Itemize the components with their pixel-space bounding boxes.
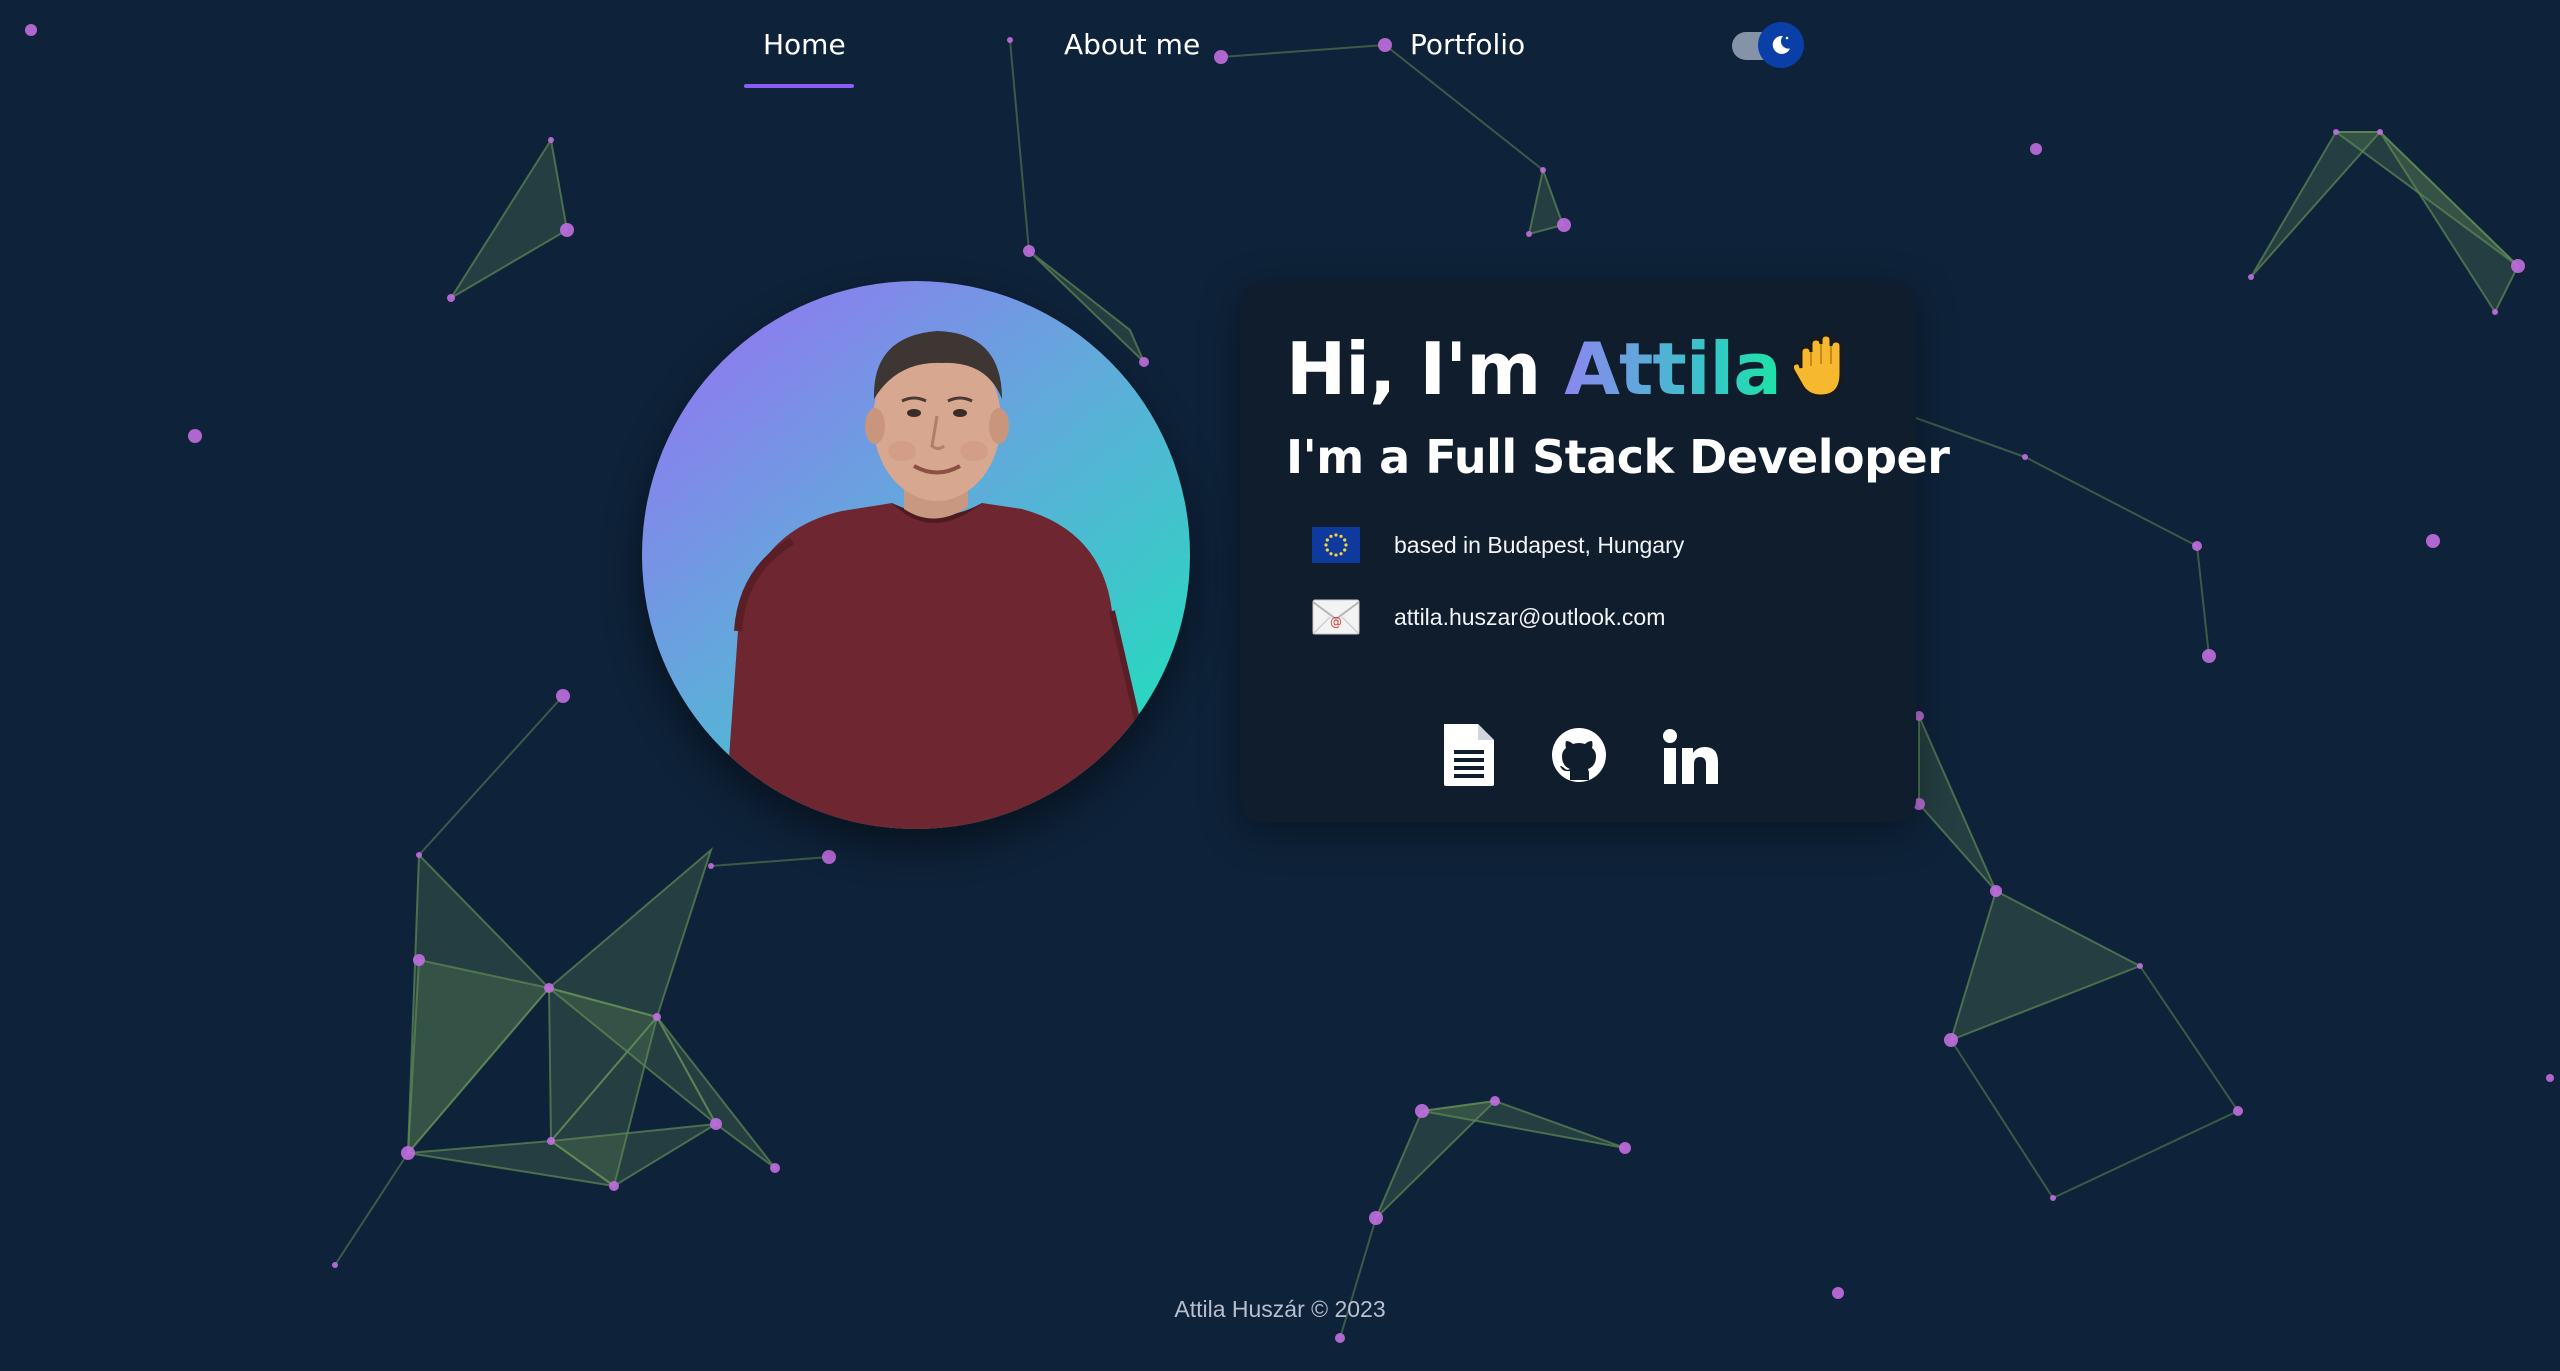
particle-dot — [822, 850, 836, 864]
mesh-line — [2139, 965, 2239, 1112]
particle-dot — [2377, 129, 2383, 135]
particle-dot — [2022, 454, 2028, 460]
nav-home[interactable]: Home — [763, 28, 846, 61]
particle-dot — [416, 852, 422, 858]
nav-active-indicator — [744, 84, 854, 88]
particle-dot — [2192, 541, 2202, 551]
particle-dot — [1490, 1096, 1500, 1106]
mesh-line — [334, 1152, 409, 1266]
mesh-triangle — [2379, 131, 2520, 315]
mesh-line — [2024, 456, 2198, 547]
particle-dot — [1415, 1104, 1429, 1118]
location-row: based in Budapest, Hungary — [1312, 525, 1684, 565]
particle-dot — [770, 1163, 780, 1173]
particle-dot — [1023, 245, 1035, 257]
particle-dot — [1990, 885, 2002, 897]
mesh-triangle — [450, 137, 569, 299]
particle-dot — [2511, 259, 2525, 273]
portrait-illustration — [724, 331, 1145, 829]
moon-icon — [1772, 35, 1790, 54]
footer-year: 2023 — [1334, 1296, 1386, 1322]
particle-dot — [1944, 1033, 1958, 1047]
particle-dot — [2333, 129, 2339, 135]
particle-dot — [560, 223, 574, 237]
location-text: based in Budapest, Hungary — [1394, 531, 1685, 558]
particle-dot — [2426, 534, 2440, 548]
particle-dot — [447, 294, 455, 302]
mesh-triangle — [1375, 1099, 1498, 1219]
particle-dot — [2050, 1195, 2056, 1201]
eu-flag-icon — [1312, 527, 1360, 563]
particle-dot — [2030, 143, 2042, 155]
mesh-line — [2196, 545, 2210, 657]
greeting-heading: Hi, I'm Attila — [1286, 327, 1851, 411]
footer: Attila Huszár © 2023 — [0, 1296, 2560, 1323]
copyright-icon: © — [1311, 1296, 1329, 1322]
linkedin-icon[interactable] — [1660, 722, 1722, 788]
mesh-line — [418, 695, 564, 856]
particle-dot — [1526, 231, 1532, 237]
mesh-triangle — [1949, 889, 2143, 1042]
particle-dot — [188, 429, 202, 443]
footer-author: Attila Huszár — [1174, 1296, 1305, 1322]
document-icon[interactable] — [1438, 722, 1500, 788]
github-icon[interactable] — [1548, 722, 1610, 788]
particle-dot — [653, 1013, 661, 1021]
email-text[interactable]: attila.huszar@outlook.com — [1394, 604, 1665, 631]
particle-dot — [547, 1137, 555, 1145]
particle-dot — [1557, 218, 1571, 232]
particle-dot — [548, 137, 554, 143]
mesh-triangle — [2250, 131, 2383, 278]
particle-dot — [1540, 167, 1546, 173]
particle-dot — [609, 1181, 619, 1191]
mesh-line — [710, 856, 830, 867]
mesh-triangle — [546, 846, 714, 1019]
particle-dot — [332, 1262, 338, 1268]
intro-card: Hi, I'm Attila I'm a Full Stack Develope… — [1240, 282, 1950, 822]
mesh-line — [1950, 1039, 2054, 1199]
mesh-triangle — [1918, 715, 1997, 892]
role-heading: I'm a Full Stack Developer — [1286, 430, 1950, 484]
particle-dot — [1335, 1333, 1345, 1343]
nav-portfolio[interactable]: Portfolio — [1410, 28, 1525, 61]
top-navigation: Home About me Portfolio — [0, 0, 2560, 95]
particle-dot — [544, 983, 554, 993]
theme-toggle[interactable] — [1730, 22, 1806, 68]
raised-hand-icon — [1790, 333, 1843, 398]
svg-text:@: @ — [1330, 615, 1342, 629]
nav-about-me[interactable]: About me — [1064, 28, 1200, 61]
greeting-prefix: Hi, I'm — [1286, 327, 1565, 411]
email-icon: @ — [1312, 599, 1360, 635]
particle-dot — [1619, 1142, 1631, 1154]
toggle-knob — [1758, 22, 1804, 68]
particle-dot — [710, 1118, 722, 1130]
profile-photo — [642, 281, 1190, 829]
particle-dot — [413, 954, 425, 966]
particle-dot — [2233, 1106, 2243, 1116]
particle-dot — [2248, 274, 2254, 280]
particle-dot — [2492, 309, 2498, 315]
particle-dot — [556, 689, 570, 703]
particle-dot — [1369, 1211, 1383, 1225]
social-links — [1240, 722, 1916, 802]
particle-dot — [708, 863, 714, 869]
particle-dot — [2202, 649, 2216, 663]
particle-dot — [2546, 1074, 2554, 1082]
mesh-line — [2052, 1110, 2239, 1199]
greeting-name: Attila — [1564, 327, 1782, 411]
email-row[interactable]: @ attila.huszar@outlook.com — [1312, 597, 1665, 637]
particle-dot — [2137, 963, 2143, 969]
mesh-triangle — [406, 958, 551, 1156]
particle-dot — [401, 1146, 415, 1160]
